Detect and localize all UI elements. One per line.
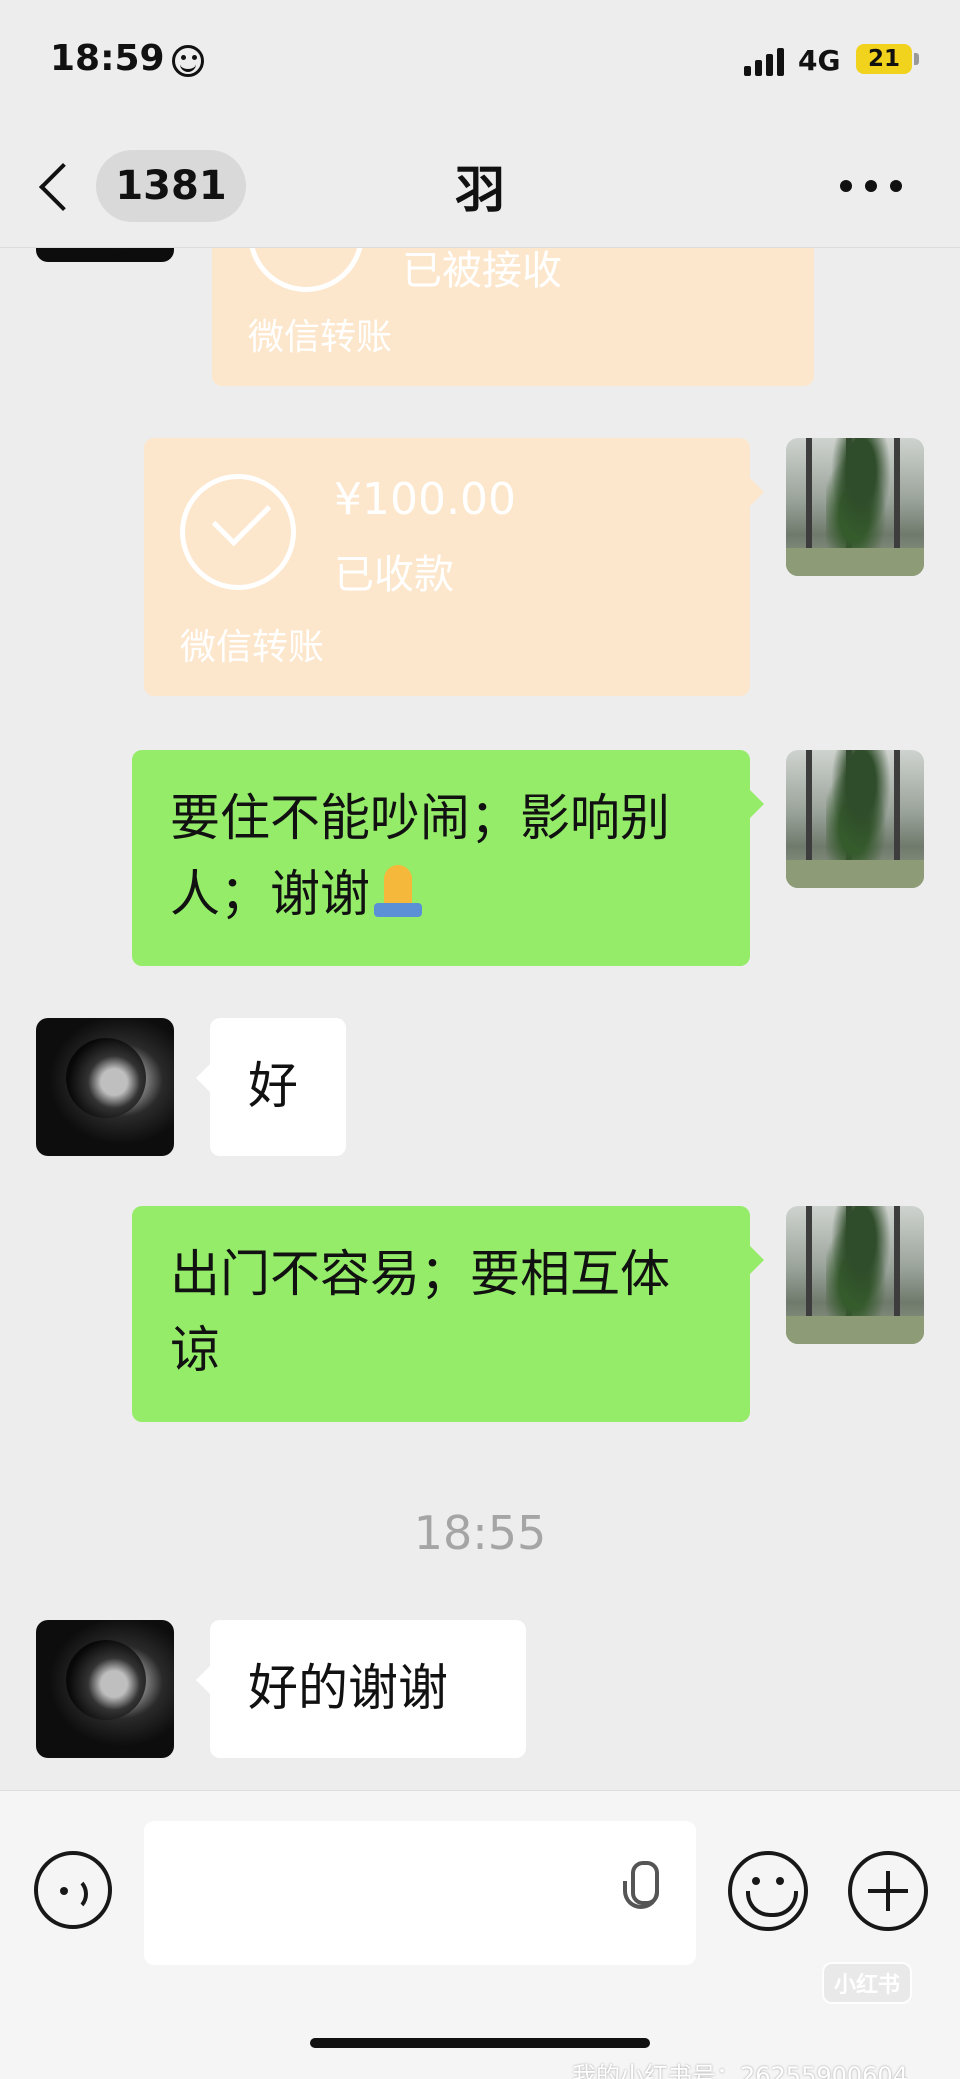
network-type: 4G: [798, 44, 841, 77]
input-bar: [0, 1790, 960, 2079]
transfer-status: 已收款: [334, 552, 454, 598]
watermark-id: 我的小红书号：26255900604: [572, 2062, 908, 2079]
status-bar: 18:59 4G 21: [0, 0, 960, 120]
status-time: 18:59: [50, 38, 165, 79]
check-circle-icon: [180, 474, 296, 590]
contact-avatar[interactable]: [36, 1620, 174, 1758]
transfer-label: 微信转账: [248, 317, 393, 358]
message-input[interactable]: [144, 1821, 696, 1965]
bubble-tail: [750, 478, 764, 506]
chat-area: 已被接收 微信转账 ¥100.00 已收款 微信转账 要住不能吵闹；影响别人；谢…: [0, 0, 960, 1790]
message-text: 好: [248, 1057, 298, 1115]
microphone-icon[interactable]: [620, 1861, 662, 1927]
watermark-logo: 小红书: [822, 1962, 912, 2004]
smiley-icon: [172, 45, 204, 77]
message-bubble-sent[interactable]: 出门不容易；要相互体谅: [132, 1206, 764, 1422]
bubble-tail: [750, 1246, 764, 1274]
chat-title: 羽: [455, 161, 505, 219]
my-avatar[interactable]: [786, 750, 924, 888]
battery-tip: [914, 53, 919, 65]
signal-icon: [744, 48, 788, 76]
bubble-tail: [196, 1064, 210, 1092]
message-timestamp: 18:55: [413, 1506, 547, 1560]
voice-mode-button[interactable]: [34, 1851, 112, 1929]
transfer-amount: ¥100.00: [334, 474, 516, 525]
my-avatar[interactable]: [786, 1206, 924, 1344]
more-options-icon[interactable]: [840, 180, 902, 192]
battery-level: 21: [867, 46, 900, 72]
transfer-label: 微信转账: [180, 627, 325, 668]
message-text: 出门不容易；要相互体谅: [170, 1245, 670, 1379]
bubble-tail: [196, 1666, 210, 1694]
message-bubble-sent[interactable]: 要住不能吵闹；影响别人；谢谢: [132, 750, 764, 966]
message-bubble-received[interactable]: 好: [196, 1018, 346, 1156]
message-bubble-received[interactable]: 好的谢谢: [196, 1620, 526, 1758]
message-text: 好的谢谢: [248, 1659, 448, 1717]
bubble-tail: [750, 790, 764, 818]
transfer-card-collected[interactable]: ¥100.00 已收款 微信转账: [144, 438, 764, 696]
contact-avatar[interactable]: [36, 1018, 174, 1156]
chat-header: 1381 羽: [0, 120, 960, 248]
battery-icon: 21: [856, 44, 912, 74]
my-avatar[interactable]: [786, 438, 924, 576]
emoji-button[interactable]: [728, 1851, 808, 1931]
folded-hands-icon: [370, 863, 426, 919]
home-indicator[interactable]: [310, 2038, 650, 2048]
more-functions-button[interactable]: [848, 1851, 928, 1931]
